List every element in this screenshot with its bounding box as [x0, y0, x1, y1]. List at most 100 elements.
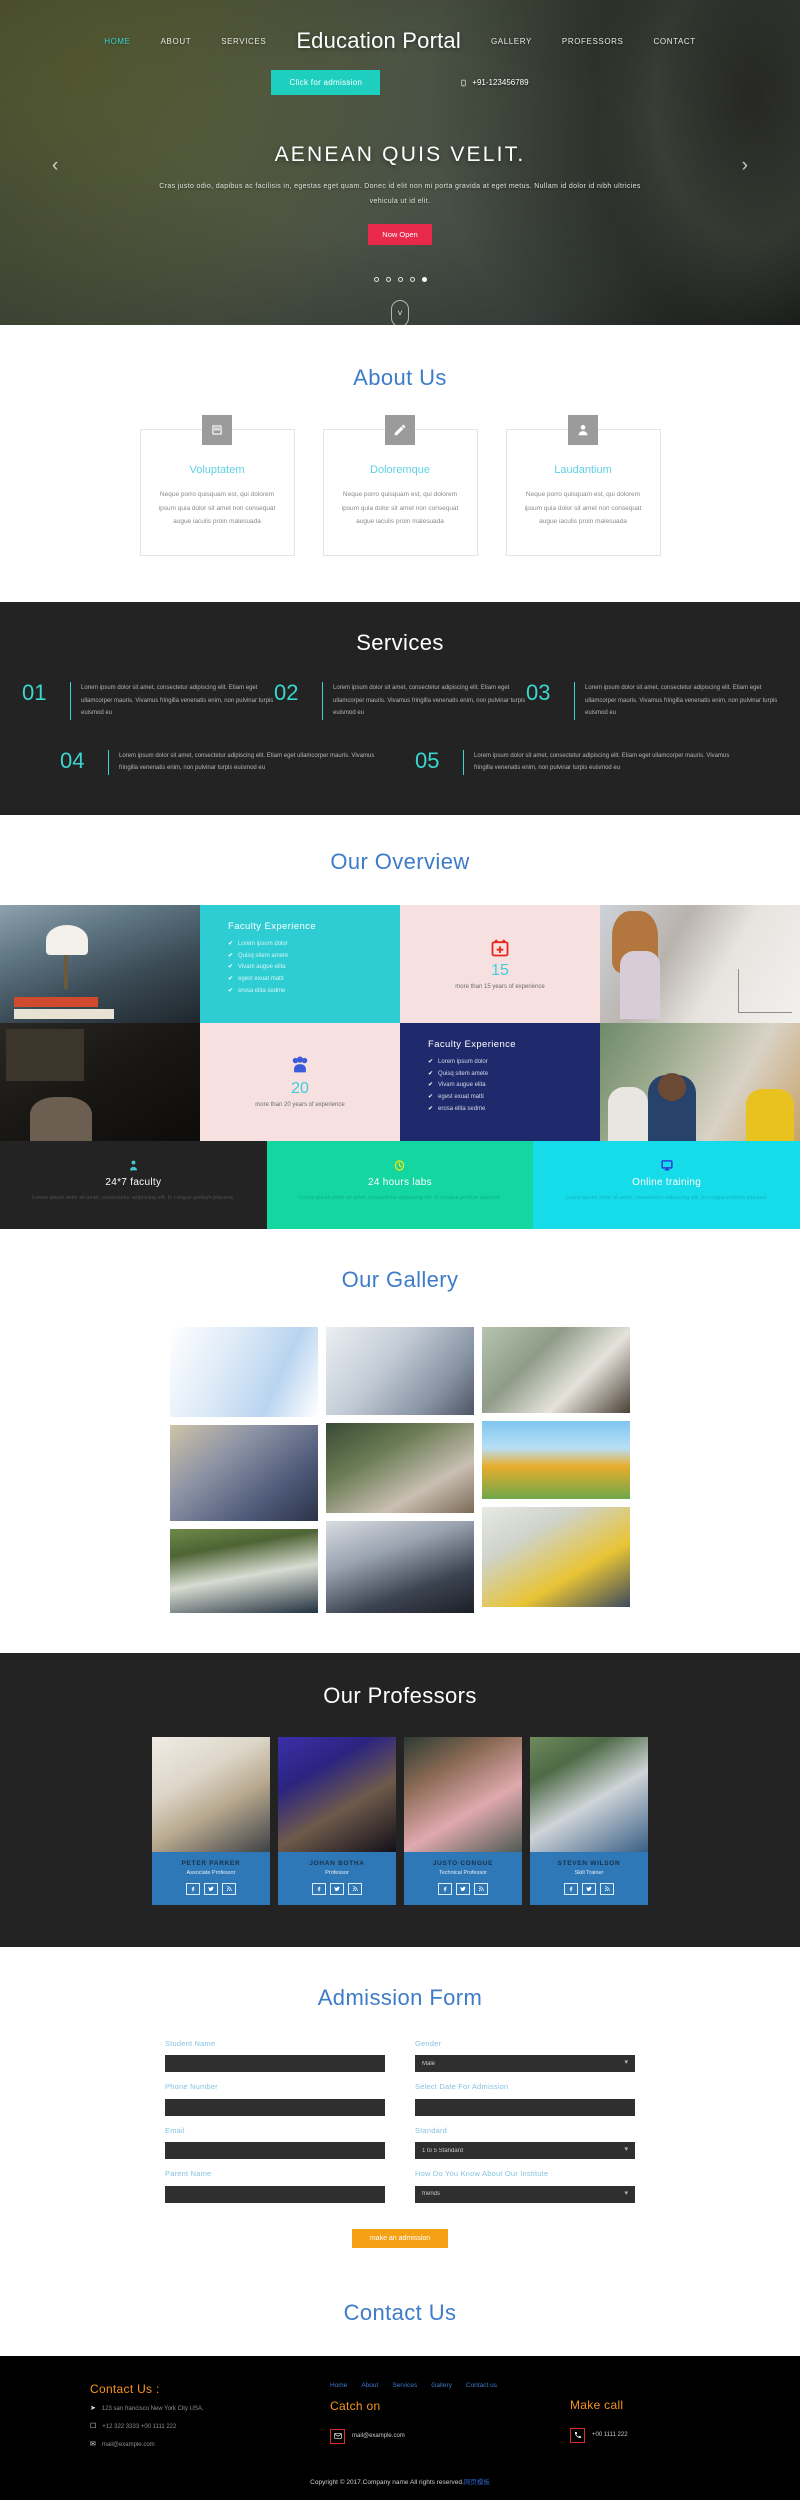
about-card: Laudantium Neque porro quisquam est, qui…	[505, 415, 661, 556]
footer-link-home[interactable]: Home	[330, 2382, 347, 2389]
stat-caption: more than 15 years of experience	[455, 983, 545, 990]
rss-icon[interactable]	[474, 1882, 488, 1895]
gender-select[interactable]: Male	[415, 2055, 635, 2073]
faculty-list-item: ✔ egest exuat matti	[228, 974, 400, 986]
standard-select[interactable]: 1 to 5 Standard	[415, 2142, 635, 2160]
rss-icon[interactable]	[600, 1882, 614, 1895]
service-item: 01 Lorem ipsum dolor sit amet, consectet…	[22, 681, 274, 720]
gallery-image-graduation[interactable]	[326, 1520, 474, 1613]
faculty-list-item: ✔ erosa elita sedme	[428, 1104, 600, 1116]
field-label: Select Date For Admission	[415, 2082, 509, 2092]
facebook-icon[interactable]	[312, 1882, 326, 1895]
overview-photo-teacher	[600, 904, 800, 1023]
footer-phone-line: ☐ +12 322 3333 +00 1111 222	[90, 2423, 270, 2432]
about-card-heading: Doloremque	[370, 464, 430, 476]
gallery-title: Our Gallery	[341, 1266, 459, 1292]
gallery-image-math-student[interactable]	[170, 1326, 318, 1417]
carousel-dot-active[interactable]	[421, 276, 427, 282]
email-input[interactable]	[165, 2142, 385, 2160]
twitter-icon[interactable]	[456, 1882, 470, 1895]
footer-call-heading: Make call	[570, 2397, 624, 2412]
gallery-image-school-group[interactable]	[170, 1528, 318, 1613]
facebook-icon[interactable]	[186, 1882, 200, 1895]
field-admission-date: Select Date For Admission	[415, 2082, 635, 2116]
twitter-icon[interactable]	[582, 1882, 596, 1895]
nav-item-about[interactable]: ABOUT	[161, 37, 192, 46]
gallery-image-classroom-group[interactable]	[482, 1506, 630, 1607]
scroll-down-indicator[interactable]: ˅	[391, 299, 409, 325]
mobile-phone-icon: ☐	[90, 2422, 97, 2430]
carousel-dot[interactable]	[409, 276, 415, 282]
overview-title: Our Overview	[330, 848, 470, 874]
facebook-icon[interactable]	[438, 1882, 452, 1895]
carousel-prev-arrow[interactable]: ‹	[52, 155, 58, 177]
field-label: Phone Number	[165, 2082, 218, 2092]
gallery-image-school-buses[interactable]	[482, 1420, 630, 1499]
professor-role: Professor	[325, 1869, 349, 1876]
clock-icon	[291, 1157, 510, 1174]
phone-number-input[interactable]	[165, 2098, 385, 2116]
service-number: 02	[274, 679, 299, 705]
footer-link-services[interactable]: Services	[392, 2382, 417, 2389]
footer-catch-column: Home About Services Gallery Contact us C…	[330, 2382, 510, 2450]
nav-item-contact[interactable]: CONTACT	[654, 37, 696, 46]
admission-title: Admission Form	[317, 1984, 483, 2010]
gallery-image-computer-lab[interactable]	[170, 1424, 318, 1521]
facebook-icon[interactable]	[564, 1882, 578, 1895]
nav-item-gallery[interactable]: GALLERY	[491, 37, 532, 46]
carousel-dot[interactable]	[373, 276, 379, 282]
carousel-dot[interactable]	[385, 276, 391, 282]
nav-item-professors[interactable]: PROFESSORS	[562, 37, 624, 46]
twitter-icon[interactable]	[204, 1882, 218, 1895]
field-standard: Standard 1 to 5 Standard	[415, 2126, 635, 2160]
carousel-dot[interactable]	[397, 276, 403, 282]
footer-link-contact[interactable]: Contact us	[466, 2382, 497, 2389]
stat-card-title: 24*7 faculty	[105, 1176, 162, 1188]
gallery-image-students-library[interactable]	[326, 1422, 474, 1513]
overview-photo-library	[0, 1022, 200, 1141]
nav-item-home[interactable]: HOME	[104, 37, 130, 46]
professor-role: Skill Trainer	[574, 1869, 604, 1876]
footer-email-link[interactable]: mail@example.com	[102, 2441, 155, 2450]
admission-date-input[interactable]	[415, 2098, 635, 2116]
faculty-list-item: ✔ Quisq sitem amete	[428, 1069, 600, 1081]
now-open-button[interactable]: Now Open	[368, 223, 432, 245]
faculty-list: ✔ Lorem ipsum dolor ✔ Quisq sitem amete ✔ V…	[228, 939, 400, 997]
monitor-icon	[557, 1157, 776, 1174]
referral-select[interactable]: friends	[415, 2185, 635, 2203]
overview-photo-lamp	[0, 904, 200, 1023]
make-an-admission-button[interactable]: make an admission	[351, 2228, 449, 2248]
gallery-column	[482, 1326, 630, 1613]
twitter-icon[interactable]	[330, 1882, 344, 1895]
footer-link-gallery[interactable]: Gallery	[431, 2382, 452, 2389]
check-icon: ✔	[428, 1082, 434, 1089]
about-card-heading: Voluptatem	[189, 464, 245, 476]
nav-item-services[interactable]: SERVICES	[221, 37, 266, 46]
stat-card-labs: 24 hours labs Lorem ipsum dolor sit amet…	[266, 1140, 534, 1229]
form-column-right: Gender Male Select Date For Admission St…	[415, 2039, 635, 2213]
about-title: About Us	[353, 365, 447, 390]
gallery-image-group-discussion[interactable]	[326, 1326, 474, 1415]
parent-name-input[interactable]	[165, 2185, 385, 2203]
gallery-image-man-reading[interactable]	[482, 1326, 630, 1413]
gender-select-wrapper: Male	[415, 2052, 635, 2073]
rss-icon[interactable]	[348, 1882, 362, 1895]
rss-icon[interactable]	[222, 1882, 236, 1895]
hero-title: AENEAN QUIS VELIT.	[274, 143, 526, 166]
footer-call-number[interactable]: +00 1111 222	[592, 2432, 628, 2438]
footer-catch-email[interactable]: mail@example.com	[352, 2433, 405, 2439]
group-users-icon	[292, 1056, 308, 1073]
carousel-next-arrow[interactable]: ›	[742, 155, 748, 177]
copyright-link[interactable]: 网页模板	[464, 2479, 490, 2486]
stat-card-text: Lorem ipsum dolor sit amet, consectetur …	[565, 1194, 768, 1201]
click-for-admission-button[interactable]: Click for admission	[271, 70, 381, 95]
footer-link-about[interactable]: About	[361, 2382, 378, 2389]
hero-section: HOME ABOUT SERVICES Education Portal GAL…	[0, 0, 800, 325]
page-root: HOME ABOUT SERVICES Education Portal GAL…	[0, 0, 800, 2500]
professors-title: Our Professors	[323, 1682, 477, 1708]
gallery-section: Our Gallery	[0, 1228, 800, 1653]
faculty-list-item: ✔ Lorem ipsum dolor	[228, 939, 400, 951]
site-brand-logo[interactable]: Education Portal	[296, 28, 461, 54]
faculty-list-item: ✔ Quisq sitem amete	[228, 951, 400, 963]
student-name-input[interactable]	[165, 2055, 385, 2073]
